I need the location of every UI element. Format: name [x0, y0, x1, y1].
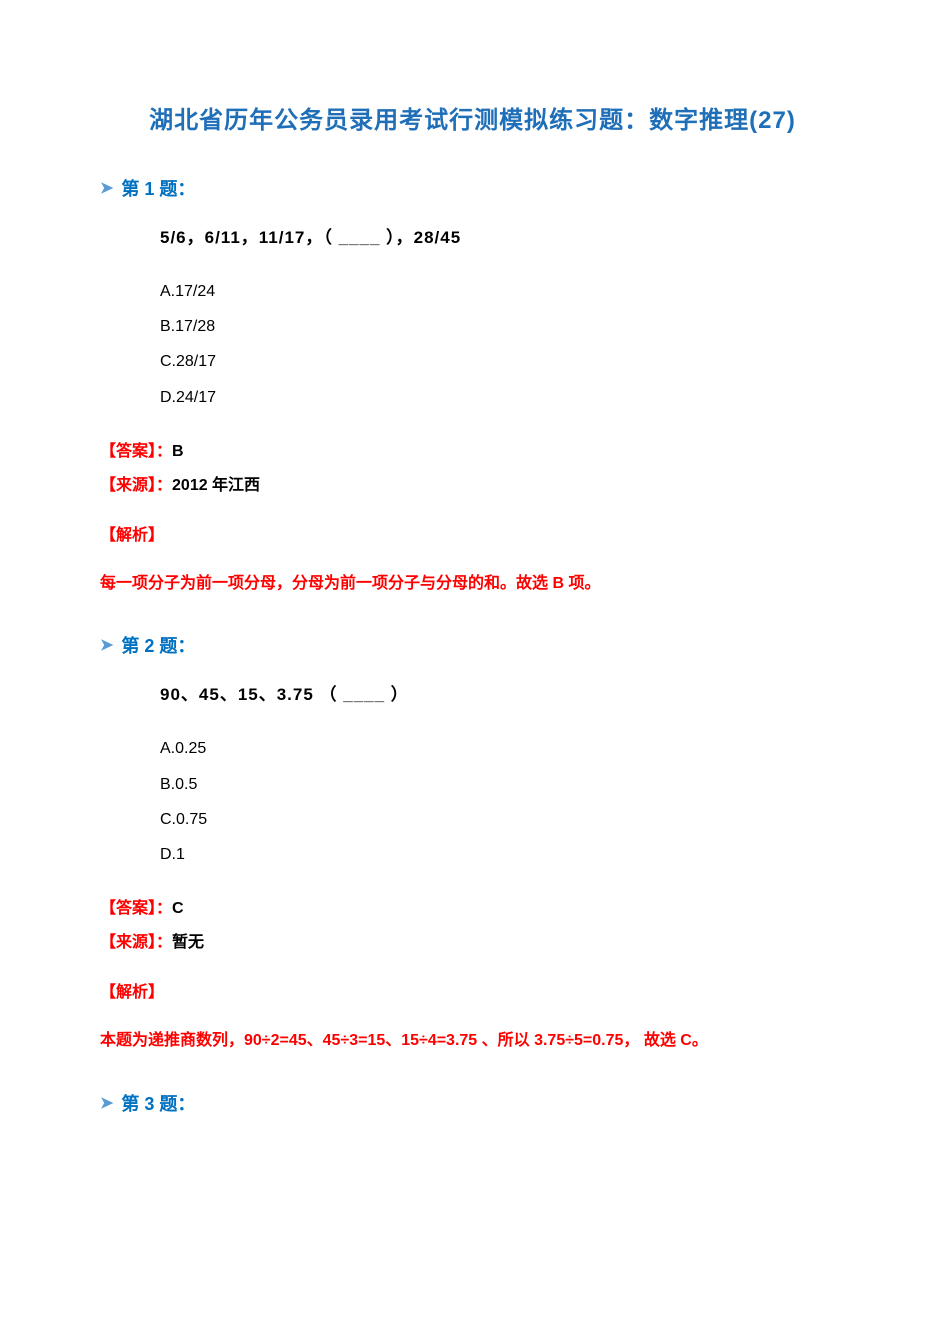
source-value: 暂无 [172, 934, 204, 951]
option-d: D.24/17 [160, 380, 845, 415]
question-2-header: ➤ 第 2 题： [100, 632, 845, 658]
source-label: 【来源】： [100, 934, 172, 951]
question-3-label: 第 3 题： [121, 1090, 195, 1116]
question-1-options: A.17/24 B.17/28 C.28/17 D.24/17 [160, 274, 845, 415]
option-d: D.1 [160, 837, 845, 872]
answer-value: B [172, 443, 184, 460]
source-value: 2012 年江西 [172, 477, 260, 494]
question-2-label: 第 2 题： [121, 632, 195, 658]
question-3-header: ➤ 第 3 题： [100, 1090, 845, 1116]
question-1-label: 第 1 题： [121, 175, 195, 201]
question-1-answer: 【答案】：B [100, 437, 845, 461]
bullet-icon: ➤ [100, 635, 113, 655]
question-2-answer: 【答案】：C [100, 894, 845, 918]
option-c: C.28/17 [160, 344, 845, 379]
answer-value: C [172, 900, 184, 917]
question-2-sequence: 90、45、15、3.75 （ ____ ） [160, 680, 845, 705]
question-1-analysis-label: 【解析】 [100, 521, 845, 545]
question-1-analysis-content: 每一项分子为前一项分母，分母为前一项分子与分母的和。故选 B 项。 [100, 571, 845, 597]
option-a: A.0.25 [160, 731, 845, 766]
option-b: B.17/28 [160, 309, 845, 344]
answer-label: 【答案】： [100, 900, 172, 917]
option-b: B.0.5 [160, 767, 845, 802]
option-c: C.0.75 [160, 802, 845, 837]
bullet-icon: ➤ [100, 1093, 113, 1113]
question-2-options: A.0.25 B.0.5 C.0.75 D.1 [160, 731, 845, 872]
question-1-sequence: 5/6，6/11，11/17，（ ____ ），28/45 [160, 223, 845, 248]
question-2-analysis-label: 【解析】 [100, 978, 845, 1002]
source-label: 【来源】： [100, 477, 172, 494]
question-2-analysis-content: 本题为递推商数列，90÷2=45、45÷3=15、15÷4=3.75 、所以 3… [100, 1028, 845, 1054]
answer-label: 【答案】： [100, 443, 172, 460]
question-1-source: 【来源】：2012 年江西 [100, 471, 845, 495]
page-title: 湖北省历年公务员录用考试行测模拟练习题：数字推理(27) [100, 100, 845, 135]
bullet-icon: ➤ [100, 178, 113, 198]
question-1-header: ➤ 第 1 题： [100, 175, 845, 201]
question-2-source: 【来源】：暂无 [100, 928, 845, 952]
option-a: A.17/24 [160, 274, 845, 309]
